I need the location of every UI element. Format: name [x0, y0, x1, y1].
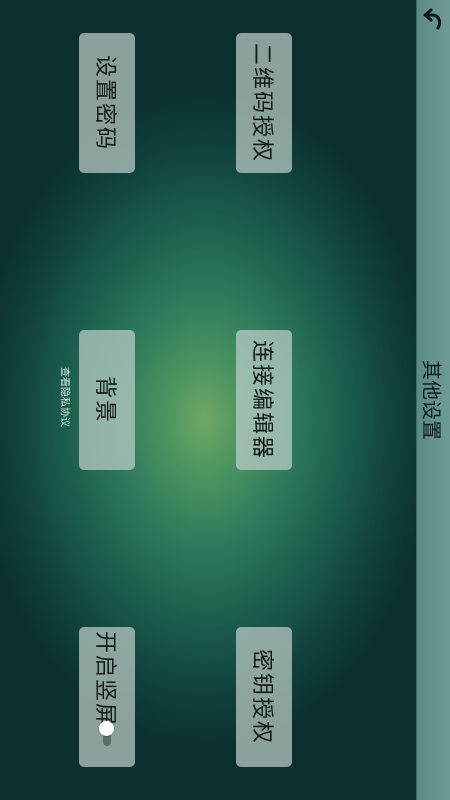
background-label: 背景 — [92, 375, 117, 425]
portrait-mode-label: 开启竖屏 — [92, 630, 117, 728]
key-auth-label: 密钥授权 — [249, 648, 274, 746]
set-password-label: 设置密码 — [92, 54, 117, 152]
qr-auth-button[interactable]: 二维码授权 — [236, 33, 292, 173]
portrait-mode-tile: 开启竖屏 — [79, 627, 135, 767]
page-title: 其他设置 — [419, 360, 444, 440]
set-password-button[interactable]: 设置密码 — [79, 33, 135, 173]
qr-auth-label: 二维码授权 — [249, 42, 274, 164]
background-button[interactable]: 背景 — [79, 330, 135, 470]
key-auth-button[interactable]: 密钥授权 — [236, 627, 292, 767]
connect-editor-button[interactable]: 连接编辑器 — [236, 330, 292, 470]
back-arrow-icon — [423, 8, 442, 30]
toggle-knob — [99, 721, 114, 736]
connect-editor-label: 连接编辑器 — [249, 339, 274, 461]
privacy-policy-link[interactable]: 查看隐私协议 — [59, 367, 74, 427]
portrait-mode-toggle[interactable] — [98, 718, 116, 746]
back-button[interactable] — [419, 5, 447, 33]
